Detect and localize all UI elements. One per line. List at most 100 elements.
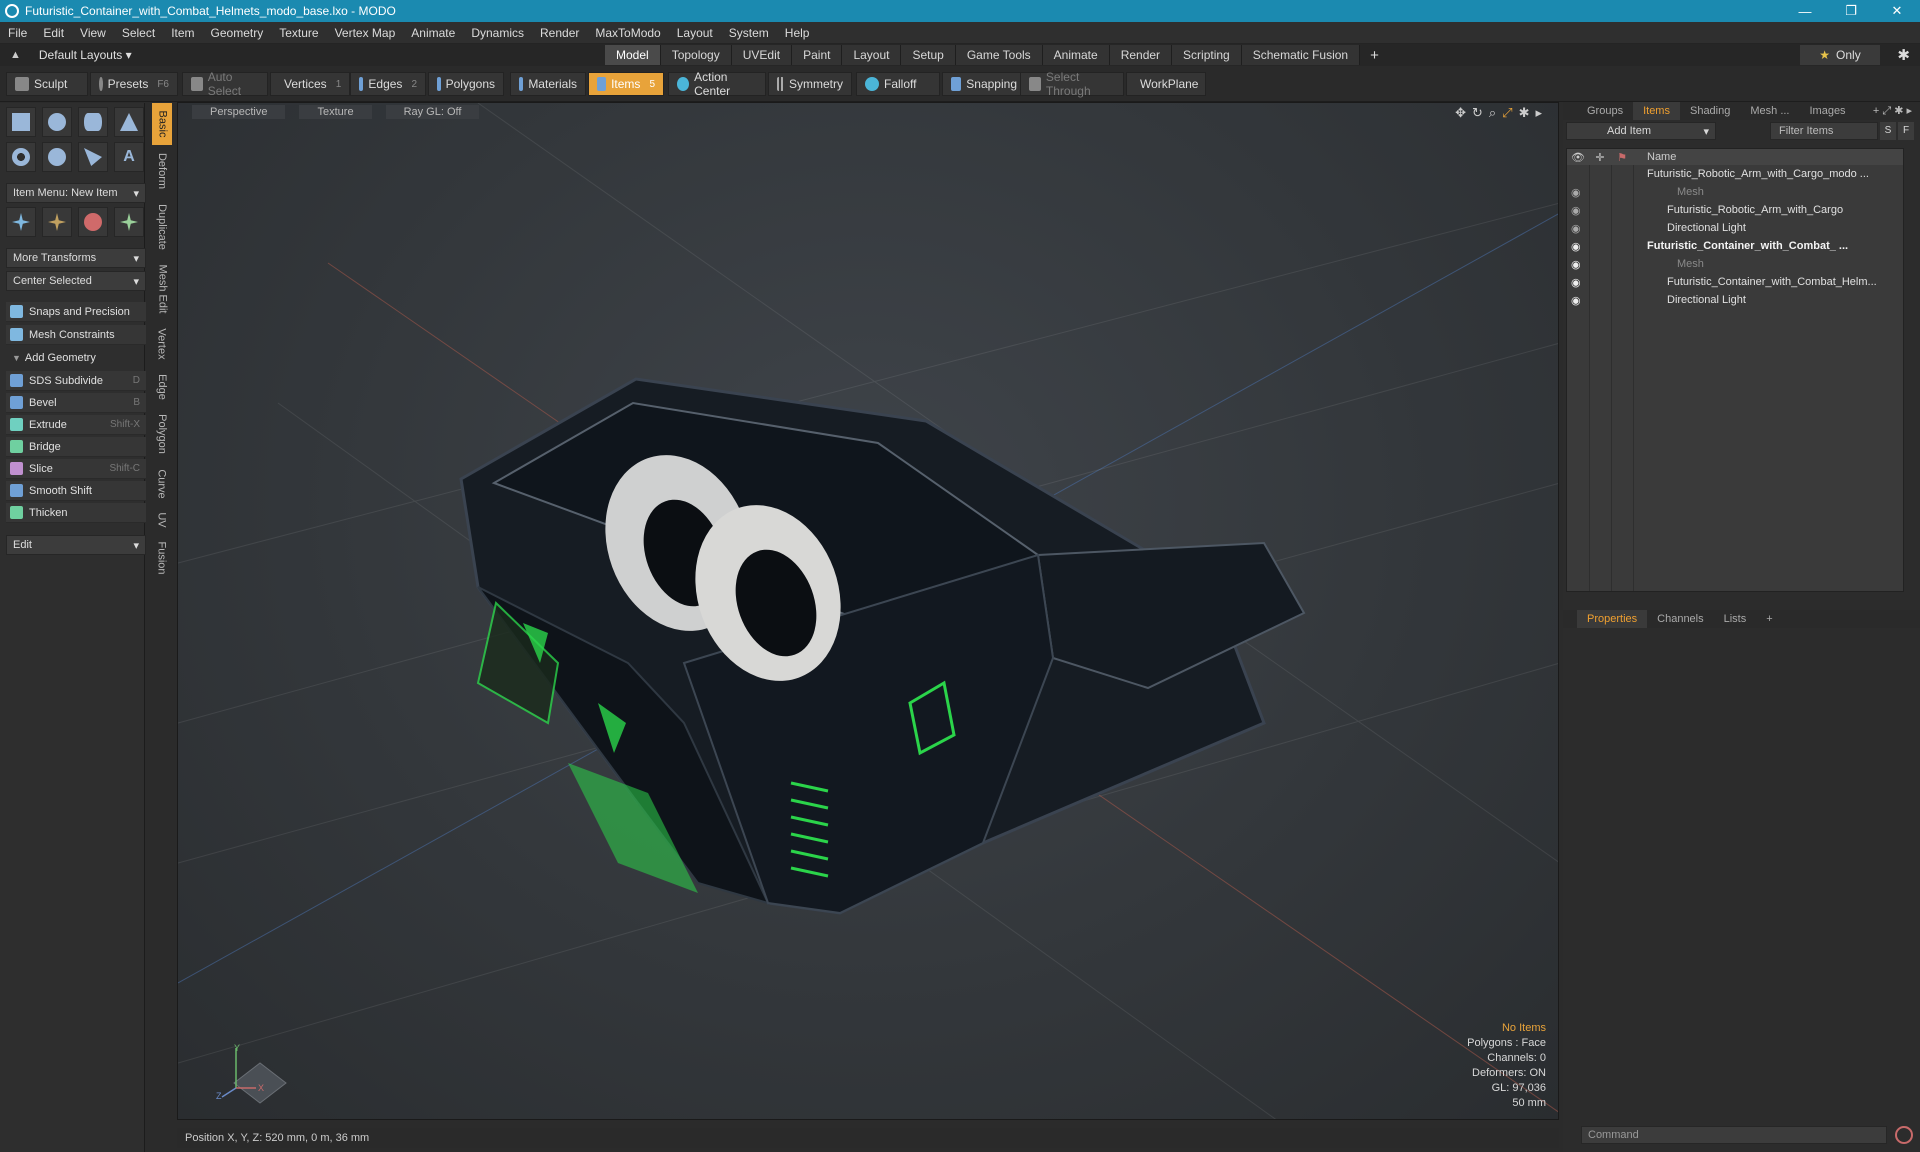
maximize-button[interactable]: ❐ [1828,0,1874,22]
tab-channels[interactable]: Channels [1647,610,1713,628]
eye-icon[interactable]: ◉ [1571,204,1581,217]
vtab-deform[interactable]: Deform [152,147,172,195]
tab-setup[interactable]: Setup [901,45,956,65]
more-transforms-dropdown[interactable]: More Transforms ▾ [6,248,146,268]
sds-subdivide-button[interactable]: SDS Subdivide D [6,371,146,391]
command-input[interactable]: Command [1581,1126,1887,1144]
menu-geometry[interactable]: Geometry [203,26,272,40]
items-button[interactable]: Items 5 [588,72,664,96]
default-layouts-dropdown[interactable]: Default Layouts ▾ [39,48,132,62]
vertices-button[interactable]: Vertices 1 [270,72,350,96]
menu-vertex-map[interactable]: Vertex Map [327,26,404,40]
tab-shading[interactable]: Shading [1680,102,1740,120]
list-item[interactable]: ◉ Futuristic_Container_with_Combat_ ... [1567,237,1903,255]
tab-groups[interactable]: Groups [1577,102,1633,120]
lock-column-icon[interactable]: ✛ [1589,151,1611,164]
polygons-button[interactable]: Polygons [428,72,504,96]
tab-mesh[interactable]: Mesh ... [1740,102,1799,120]
tab-items[interactable]: Items [1633,102,1680,120]
mesh-constraints-button[interactable]: Mesh Constraints [6,325,146,345]
menu-render[interactable]: Render [532,26,587,40]
pen-tool-button[interactable] [78,142,108,172]
tab-topology[interactable]: Topology [660,45,732,65]
tab-schematic-fusion[interactable]: Schematic Fusion [1241,45,1361,65]
eye-icon[interactable]: ◉ [1571,186,1581,199]
menu-edit[interactable]: Edit [35,26,72,40]
list-item[interactable]: ◉ Futuristic_Robotic_Arm_with_Cargo [1567,201,1903,219]
tab-lists[interactable]: Lists [1714,610,1757,628]
f-filter-button[interactable]: F [1898,122,1914,140]
tab-animate[interactable]: Animate [1042,45,1110,65]
tab-uvedit[interactable]: UVEdit [731,45,793,65]
menu-layout[interactable]: Layout [669,26,721,40]
item-menu-dropdown[interactable]: Item Menu: New Item ▾ [6,183,146,203]
snapping-button[interactable]: Snapping [942,72,1026,96]
name-column-header[interactable]: Name [1647,151,1676,163]
bevel-button[interactable]: Bevel B [6,393,146,413]
panel-options-icon[interactable]: + ⤢ ✱ ▸ [1873,104,1912,118]
rotate-tool-button[interactable] [42,207,72,237]
only-toggle[interactable]: ★ Only [1800,45,1880,65]
cone-primitive-button[interactable] [114,107,144,137]
list-item[interactable]: Futuristic_Robotic_Arm_with_Cargo_modo .… [1567,165,1903,183]
sphere-primitive-button[interactable] [42,107,72,137]
vtab-vertex[interactable]: Vertex [152,321,172,367]
workplane-button[interactable]: WorkPlane [1126,72,1206,96]
gear-icon[interactable]: ✱ [1897,46,1910,64]
filter-items-input[interactable]: Filter Items [1770,122,1878,140]
text-tool-button[interactable]: A [114,142,144,172]
tab-game-tools[interactable]: Game Tools [955,45,1043,65]
cylinder-primitive-button[interactable] [78,107,108,137]
edges-button[interactable]: Edges 2 [350,72,426,96]
visibility-column-icon[interactable]: 👁 [1567,151,1589,164]
close-button[interactable]: ✕ [1874,0,1920,22]
menu-view[interactable]: View [72,26,114,40]
s-filter-button[interactable]: S [1880,122,1896,140]
add-geometry-section[interactable]: ▼ Add Geometry [6,348,146,368]
menu-file[interactable]: File [0,26,35,40]
menu-animate[interactable]: Animate [403,26,463,40]
select-through-button[interactable]: Select Through [1020,70,1124,98]
smooth-shift-button[interactable]: Smooth Shift [6,481,146,501]
add-tab-button[interactable]: + [1360,47,1389,64]
tab-model[interactable]: Model [605,45,661,65]
vtab-mesh-edit[interactable]: Mesh Edit [152,259,172,319]
menu-select[interactable]: Select [114,26,163,40]
falloff-button[interactable]: Falloff [856,72,940,96]
torus-primitive-button[interactable] [6,142,36,172]
vtab-duplicate[interactable]: Duplicate [152,197,172,257]
edit-dropdown[interactable]: Edit ▾ [6,535,146,555]
list-item[interactable]: ◉ Directional Light [1567,291,1903,309]
vtab-edge[interactable]: Edge [152,369,172,405]
center-selected-dropdown[interactable]: Center Selected ▾ [6,271,146,291]
thicken-button[interactable]: Thicken [6,503,146,523]
vtab-basic[interactable]: Basic [152,103,172,145]
slice-button[interactable]: Slice Shift-C [6,459,146,479]
symmetry-button[interactable]: Symmetry [768,72,852,96]
eye-icon[interactable]: ◉ [1571,258,1581,271]
tab-properties[interactable]: Properties [1577,610,1648,628]
vtab-polygon[interactable]: Polygon [152,407,172,461]
menu-texture[interactable]: Texture [271,26,326,40]
record-macro-icon[interactable] [1895,1126,1913,1144]
tab-scripting[interactable]: Scripting [1172,45,1242,65]
list-item[interactable]: ◉ Mesh [1567,183,1903,201]
add-panel-tab-button[interactable]: + [1756,610,1782,628]
eye-icon[interactable]: ◉ [1571,294,1581,307]
3d-viewport[interactable]: Perspective Texture Ray GL: Off ✥ ↻ ⌕ ⤢ … [177,102,1559,1120]
move-tool-button[interactable] [6,207,36,237]
eye-icon[interactable]: ◉ [1571,276,1581,289]
layout-collapse-icon[interactable]: ▲ [10,49,21,61]
list-item[interactable]: ◉ Directional Light [1567,219,1903,237]
bridge-button[interactable]: Bridge [6,437,146,457]
minimize-button[interactable]: — [1782,0,1828,22]
container-model[interactable] [459,377,1306,915]
vtab-uv[interactable]: UV [152,507,172,533]
presets-button[interactable]: Presets F6 [90,72,178,96]
menu-help[interactable]: Help [777,26,818,40]
eye-icon[interactable]: ◉ [1571,240,1581,253]
menu-maxtomodo[interactable]: MaxToModo [587,26,668,40]
menu-dynamics[interactable]: Dynamics [463,26,532,40]
add-item-dropdown[interactable]: Add Item ▾ [1566,122,1716,140]
list-item[interactable]: ◉ Futuristic_Container_with_Combat_Helm.… [1567,273,1903,291]
